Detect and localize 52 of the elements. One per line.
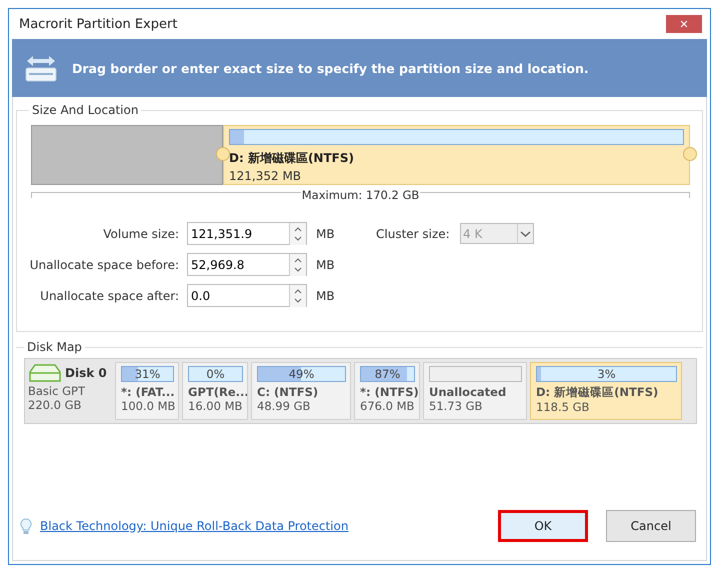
chevron-down-icon: [517, 224, 533, 244]
resize-drive-icon: [24, 53, 58, 83]
feature-link[interactable]: Black Technology: Unique Roll-Back Data Protection: [40, 519, 348, 533]
partition-tile[interactable]: Unallocated 51.73 GB: [423, 362, 527, 420]
number-field[interactable]: 52,969.8: [187, 253, 307, 276]
partition-name: C: (NTFS): [257, 385, 320, 399]
partition-size: 676.0 MB: [360, 399, 415, 413]
window-title: Macrorit Partition Expert: [19, 16, 178, 32]
partition-size: 118.5 GB: [536, 400, 590, 414]
close-button[interactable]: ✕: [666, 15, 702, 33]
partition-size: 48.99 GB: [257, 399, 312, 413]
disk-size: 220.0 GB: [28, 398, 82, 412]
lightbulb-icon: [20, 518, 32, 534]
dialog-button[interactable]: Cancel: [606, 510, 696, 542]
unit-label: MB: [316, 288, 336, 302]
field-label: Cluster size:: [376, 226, 451, 240]
partition-tile[interactable]: 31% *: (FAT... 100.0 MB: [115, 362, 179, 420]
spin-arrows-icon[interactable]: [289, 284, 306, 306]
partition-name: *: (FAT...: [121, 385, 174, 399]
usage-bar: 49%: [257, 366, 346, 382]
usage-bar: 0%: [188, 366, 243, 382]
partition-tile[interactable]: 49% C: (NTFS) 48.99 GB: [251, 362, 351, 420]
number-field[interactable]: 121,351.9: [187, 222, 307, 245]
resize-handle[interactable]: [683, 147, 697, 161]
disk-type: Basic GPT: [28, 384, 86, 398]
banner-text: Drag border or enter exact size to specify the partition size and location.: [72, 60, 589, 76]
unit-label: MB: [316, 258, 336, 272]
dialog-button[interactable]: OK: [498, 510, 588, 542]
partition-size: 121,352 MB: [229, 169, 302, 183]
group-title: Disk Map: [26, 340, 83, 354]
field-label: Unallocate space after:: [39, 288, 179, 302]
usage-bar: 3%: [536, 366, 677, 382]
partition-name: D: 新增磁碟區(NTFS): [536, 385, 660, 400]
partition-size: 16.00 MB: [188, 399, 243, 413]
spin-arrows-icon[interactable]: [289, 254, 306, 276]
field-label: Unallocate space before:: [29, 258, 179, 272]
maximum-label: Maximum: 170.2 GB: [300, 188, 420, 202]
partition-tile[interactable]: 3% D: 新增磁碟區(NTFS) 118.5 GB: [530, 362, 682, 420]
partition-block[interactable]: D: 新增磁碟區(NTFS) 121,352 MB: [223, 125, 690, 185]
spin-arrows-icon[interactable]: [289, 222, 306, 244]
unit-label: MB: [316, 226, 336, 240]
partition-tile[interactable]: 87% *: (NTFS) 676.0 MB: [354, 362, 420, 420]
field-label: Volume size:: [102, 226, 179, 240]
partition-name: D: 新增磁碟區(NTFS): [229, 150, 355, 167]
partition-size: 51.73 GB: [429, 399, 484, 413]
partition-size: 100.0 MB: [121, 399, 174, 413]
disk-name: Disk 0: [65, 366, 107, 380]
usage-bar: 87%: [360, 366, 415, 382]
usage-bar: 31%: [121, 366, 174, 382]
number-field[interactable]: 0.0: [187, 284, 307, 307]
partition-name: Unallocated: [429, 385, 508, 399]
group-title: Size And Location: [31, 103, 140, 117]
